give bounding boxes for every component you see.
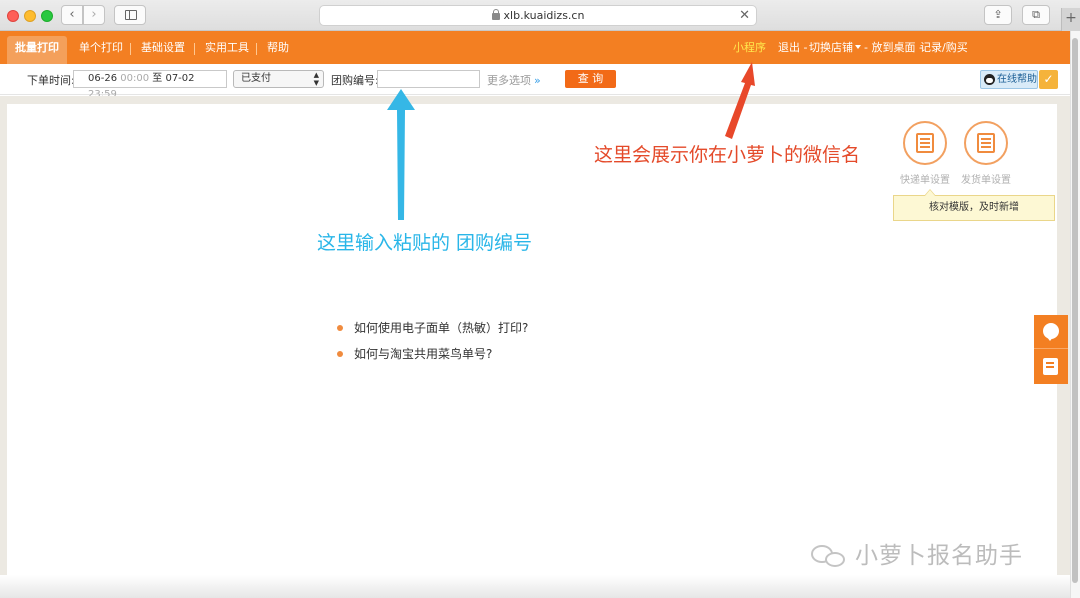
switch-store-label: 切换店铺	[809, 41, 853, 54]
share-icon: ⇪	[993, 8, 1003, 21]
date-range-input[interactable]: 06-26 00:00 至 07-02 23:59	[73, 70, 227, 100]
sidebar-toggle-button[interactable]	[114, 5, 146, 25]
plus-icon: +	[1065, 10, 1077, 26]
logout-link[interactable]: 退出 -	[778, 41, 807, 55]
tab-help[interactable]: 帮助	[267, 41, 289, 55]
edit-note-icon	[1043, 358, 1058, 375]
tabs-icon: ⧉	[1032, 8, 1040, 21]
date-from: 06-26	[88, 73, 118, 84]
online-help-label: 在线帮助	[997, 74, 1037, 85]
url-text: xlb.kuaidizs.cn	[503, 9, 585, 22]
status-value: 已支付	[241, 73, 271, 84]
put-desktop-link[interactable]: - 放到桌面 -	[864, 41, 923, 55]
browser-toolbar: ‹ › xlb.kuaidizs.cn ✕ ⇪ ⧉ +	[0, 0, 1080, 31]
note-button[interactable]	[1034, 350, 1068, 384]
chat-bubble-icon	[1043, 323, 1059, 341]
checkmark-icon[interactable]: ✓	[1039, 70, 1058, 89]
select-arrows-icon: ▲ ▼	[313, 71, 319, 87]
invoice-template-settings[interactable]: 发货单设置	[955, 121, 1017, 186]
floating-toolbar	[1034, 315, 1068, 384]
forward-button[interactable]: ›	[83, 5, 105, 25]
tip-link-thermal-print[interactable]: 如何使用电子面单（热敏）打印?	[337, 320, 528, 346]
group-no-input[interactable]	[377, 70, 480, 88]
tab-tools[interactable]: 实用工具	[205, 41, 249, 55]
show-tabs-button[interactable]: ⧉	[1022, 5, 1050, 25]
annotation-wechat-name: 这里会展示你在小萝卜的微信名	[594, 144, 861, 166]
tab-single-print[interactable]: 单个打印	[79, 41, 123, 55]
wechat-icon	[811, 543, 849, 567]
date-to: 07-02	[165, 73, 195, 84]
annotation-group-no: 这里输入粘贴的 团购编号	[317, 232, 533, 254]
status-select[interactable]: 已支付 ▲ ▼	[233, 70, 324, 88]
tip-link-cainiao[interactable]: 如何与淘宝共用菜鸟单号?	[337, 346, 528, 372]
records-link[interactable]: 记录/购买	[920, 41, 968, 55]
lock-icon	[491, 9, 500, 20]
more-options-link[interactable]: 更多选项»	[487, 72, 541, 88]
express-template-settings[interactable]: 快递单设置	[894, 121, 956, 186]
back-button[interactable]: ‹	[61, 5, 83, 25]
app-header: 批量打印 单个打印 基础设置 实用工具 帮助 小程序 退出 - 切换店铺 - 放…	[0, 31, 1070, 64]
divider	[256, 43, 257, 55]
watermark: 小萝卜报名助手	[811, 536, 1023, 570]
miniprogram-link[interactable]: 小程序	[733, 41, 766, 55]
address-bar[interactable]: xlb.kuaidizs.cn ✕	[319, 5, 757, 26]
help-tips-list: 如何使用电子面单（热敏）打印? 如何与淘宝共用菜鸟单号?	[337, 320, 528, 372]
online-help-button[interactable]: 在线帮助	[980, 70, 1038, 89]
share-button[interactable]: ⇪	[984, 5, 1012, 25]
divider	[130, 43, 131, 55]
tab-batch-print[interactable]: 批量打印	[7, 36, 67, 64]
chevron-left-icon: ‹	[69, 7, 75, 22]
bottom-shadow	[0, 575, 1070, 598]
sidebar-icon	[125, 10, 137, 20]
zoom-window-button[interactable]	[41, 10, 53, 22]
qq-penguin-icon	[984, 74, 995, 85]
tab-basic-settings[interactable]: 基础设置	[141, 41, 185, 55]
invoice-template-label: 发货单设置	[961, 175, 1011, 186]
new-tab-button[interactable]: +	[1061, 8, 1080, 31]
divider	[194, 43, 195, 55]
scrollbar-thumb[interactable]	[1072, 38, 1078, 583]
more-options-label: 更多选项	[487, 74, 531, 87]
order-time-label: 下单时间:	[27, 74, 75, 87]
chevron-right-icon: ›	[91, 7, 97, 22]
watermark-text: 小萝卜报名助手	[855, 543, 1023, 569]
feedback-button[interactable]	[1034, 315, 1068, 349]
query-button[interactable]: 查 询	[565, 70, 616, 88]
switch-store-menu[interactable]: 切换店铺	[809, 41, 861, 55]
minimize-window-button[interactable]	[24, 10, 36, 22]
double-chevron-right-icon: »	[534, 74, 541, 87]
template-tooltip: 核对模版，及时新增	[893, 189, 1055, 221]
invoice-template-icon	[964, 121, 1008, 165]
caret-down-icon	[855, 45, 861, 49]
express-template-icon	[903, 121, 947, 165]
date-separator: 至	[152, 73, 163, 84]
filter-bar: 下单时间: 06-26 00:00 至 07-02 23:59 已支付 ▲ ▼ 团…	[0, 64, 1070, 100]
stop-loading-icon[interactable]: ✕	[739, 6, 750, 25]
group-no-label: 团购编号:	[331, 74, 379, 87]
time-from: 00:00	[120, 73, 150, 84]
express-template-label: 快递单设置	[900, 175, 950, 186]
close-window-button[interactable]	[7, 10, 19, 22]
